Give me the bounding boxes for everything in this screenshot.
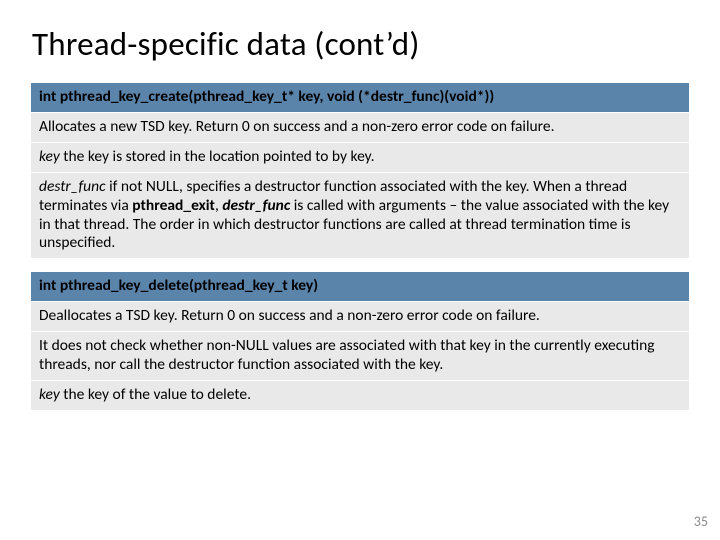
note-key-delete: It does not check whether non-NULL value…	[31, 332, 689, 381]
desc-key-delete: Deallocates a TSD key. Return 0 on succe…	[31, 302, 689, 332]
sig-key-create: int pthread_key_create(pthread_key_t* ke…	[31, 83, 689, 113]
panel-key-delete: int pthread_key_delete(pthread_key_t key…	[30, 271, 690, 411]
panel-key-create: int pthread_key_create(pthread_key_t* ke…	[30, 82, 690, 259]
desc-key-create: Allocates a new TSD key. Return 0 on suc…	[31, 113, 689, 143]
param-key-delete-key: key the key of the value to delete.	[31, 381, 689, 410]
sig-key-delete: int pthread_key_delete(pthread_key_t key…	[31, 272, 689, 302]
page-title: Thread-specific data (cont’d)	[32, 24, 690, 64]
page-number: 35	[694, 513, 708, 530]
slide: Thread-specific data (cont’d) int pthrea…	[0, 0, 720, 540]
panel-gap	[30, 259, 690, 271]
param-key-create-destr: destr_func if not NULL, specifies a dest…	[31, 173, 689, 259]
param-key-create-key: key the key is stored in the location po…	[31, 143, 689, 173]
